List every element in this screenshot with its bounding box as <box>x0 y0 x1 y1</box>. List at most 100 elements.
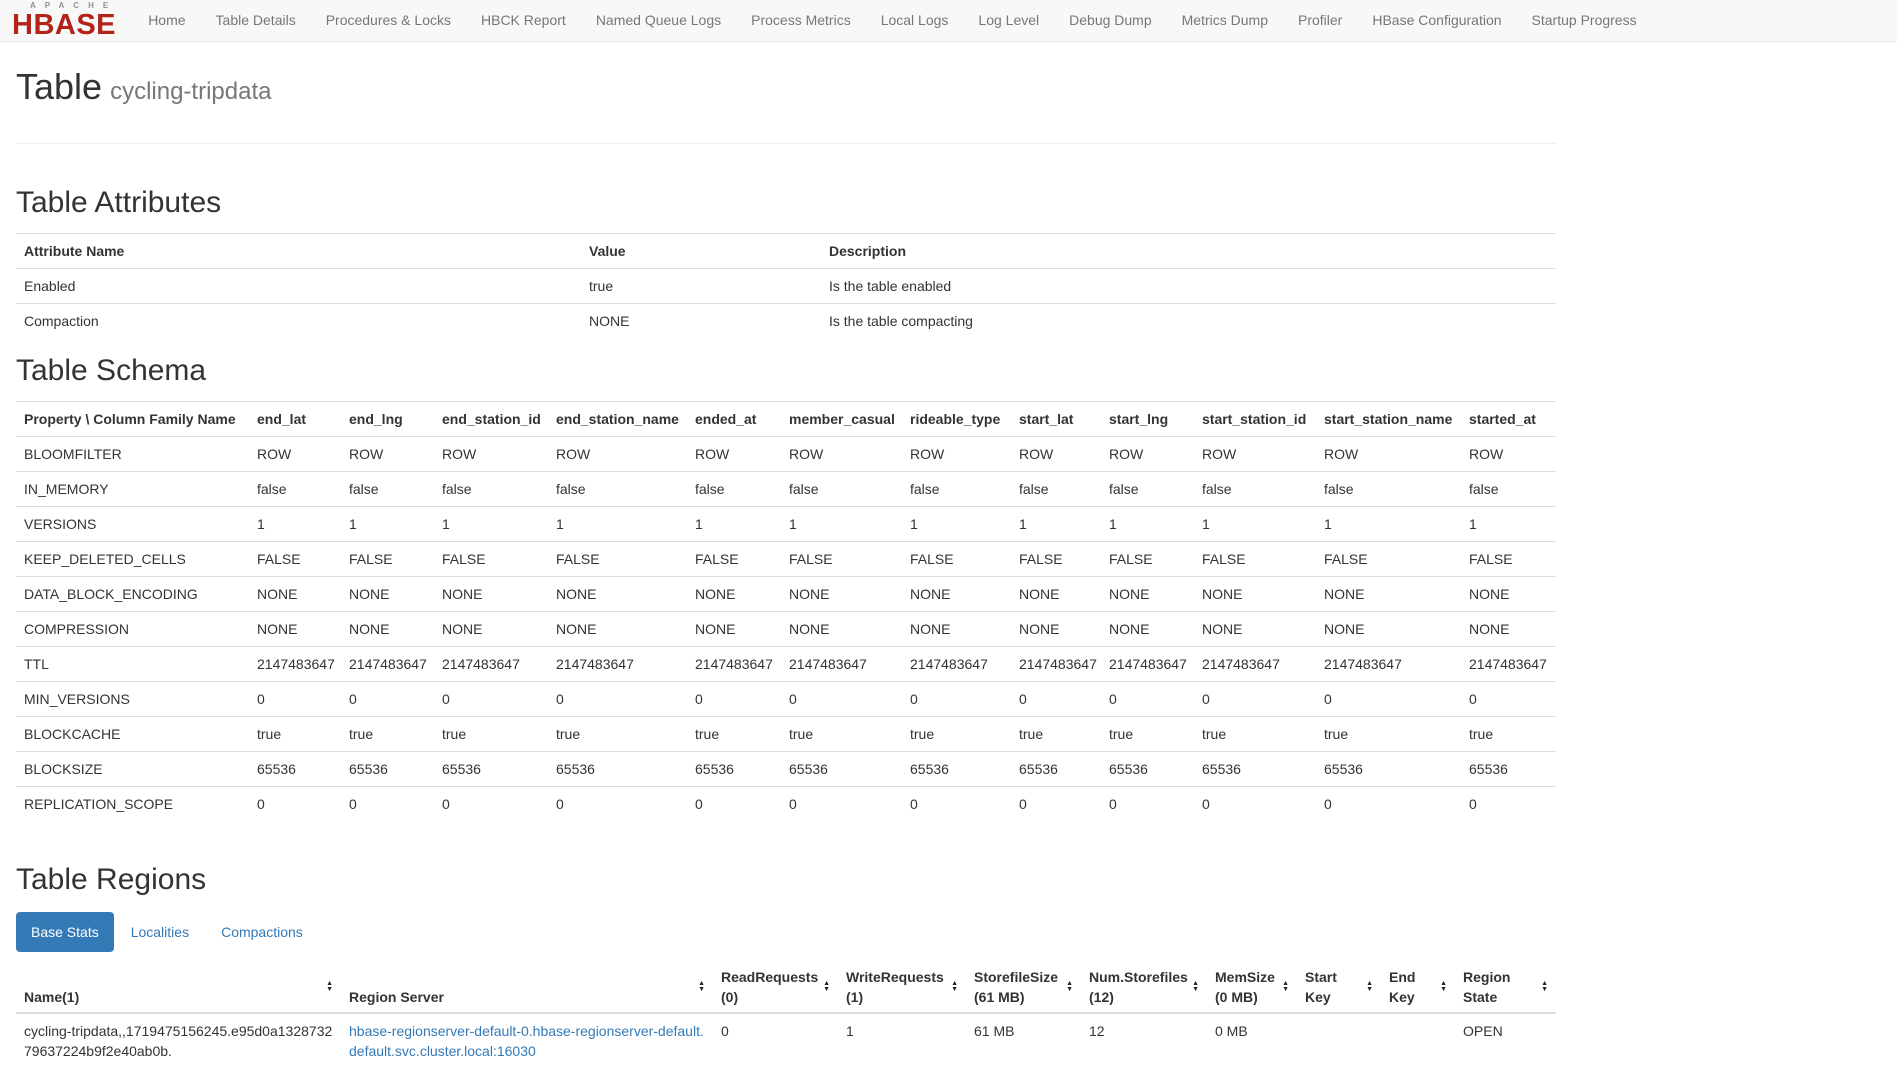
column-header-content: Name(1)▲▼ <box>24 967 333 1007</box>
column-header-content: Num.Storefiles (12)▲▼ <box>1089 967 1199 1007</box>
region-server-link[interactable]: hbase-regionserver-default-0.hbase-regio… <box>349 1023 704 1059</box>
nav-link-home[interactable]: Home <box>133 0 200 42</box>
schema-value-cell: NONE <box>341 611 434 646</box>
attributes-table: Attribute NameValueDescriptionEnabledtru… <box>16 233 1556 338</box>
column-header-content: StorefileSize (61 MB)▲▼ <box>974 967 1073 1007</box>
column-header-content: Region Server▲▼ <box>349 967 705 1007</box>
hbase-logo[interactable]: APACHE HBASE <box>12 2 117 40</box>
column-header-name-1[interactable]: Name(1)▲▼ <box>16 962 341 1013</box>
column-header-start-key[interactable]: Start Key▲▼ <box>1297 962 1381 1013</box>
schema-value-cell: 0 <box>781 681 902 716</box>
schema-value-cell: 2147483647 <box>249 646 341 681</box>
column-header-region-server[interactable]: Region Server▲▼ <box>341 962 713 1013</box>
sort-icon: ▲▼ <box>823 981 830 993</box>
nav-link-debug-dump[interactable]: Debug Dump <box>1054 0 1167 42</box>
nav-link-local-logs[interactable]: Local Logs <box>866 0 964 42</box>
tab-localities[interactable]: Localities <box>116 912 204 952</box>
sort-icon: ▲▼ <box>951 981 958 993</box>
column-header-writerequests-1[interactable]: WriteRequests (1)▲▼ <box>838 962 966 1013</box>
column-header-content: WriteRequests (1)▲▼ <box>846 967 958 1007</box>
schema-value-cell: 1 <box>781 506 902 541</box>
schema-value-cell: NONE <box>249 611 341 646</box>
schema-value-cell: FALSE <box>434 541 548 576</box>
schema-value-cell: 2147483647 <box>687 646 781 681</box>
schema-property-cell: BLOCKCACHE <box>16 716 249 751</box>
nav-item: Procedures & Locks <box>311 0 466 42</box>
schema-value-cell: 0 <box>548 681 687 716</box>
sort-icon: ▲▼ <box>1066 981 1073 993</box>
schema-value-cell: NONE <box>902 611 1011 646</box>
schema-value-cell: 65536 <box>1101 751 1194 786</box>
schema-value-cell: 0 <box>687 786 781 821</box>
column-header-content: End Key▲▼ <box>1389 967 1447 1007</box>
tab-compactions[interactable]: Compactions <box>206 912 318 952</box>
column-header-property: Property \ Column Family Name <box>16 401 249 436</box>
sort-down-arrow: ▼ <box>823 987 830 993</box>
schema-row-replication-scope: REPLICATION_SCOPE000000000000 <box>16 786 1556 821</box>
schema-value-cell: 2147483647 <box>1011 646 1101 681</box>
region-end-key-cell <box>1381 1013 1455 1068</box>
schema-value-cell: NONE <box>687 611 781 646</box>
regions-table: Name(1)▲▼ Region Server▲▼ReadRequests (0)… <box>16 962 1556 1068</box>
main-content: Tablecycling-tripdata Table Attributes A… <box>16 67 1556 1068</box>
column-header-end-station-name: end_station_name <box>548 401 687 436</box>
schema-value-cell: FALSE <box>902 541 1011 576</box>
schema-value-cell: NONE <box>1101 576 1194 611</box>
sort-down-arrow: ▼ <box>1440 987 1447 993</box>
column-header-label: WriteRequests (1) <box>846 967 948 1007</box>
schema-value-cell: true <box>341 716 434 751</box>
region-mem-size-cell: 0 MB <box>1207 1013 1297 1068</box>
schema-value-cell: FALSE <box>1101 541 1194 576</box>
column-header-end-key[interactable]: End Key▲▼ <box>1381 962 1455 1013</box>
column-header-readrequests-0[interactable]: ReadRequests (0)▲▼ <box>713 962 838 1013</box>
schema-value-cell: FALSE <box>249 541 341 576</box>
column-header-storefilesize-61-mb[interactable]: StorefileSize (61 MB)▲▼ <box>966 962 1081 1013</box>
nav-link-startup-progress[interactable]: Startup Progress <box>1517 0 1652 42</box>
schema-value-cell: 1 <box>902 506 1011 541</box>
column-header-region-state[interactable]: Region State▲▼ <box>1455 962 1556 1013</box>
nav-link-log-level[interactable]: Log Level <box>963 0 1054 42</box>
nav-link-metrics-dump[interactable]: Metrics Dump <box>1167 0 1283 42</box>
nav-item: Local Logs <box>866 0 964 42</box>
schema-value-cell: NONE <box>1461 576 1556 611</box>
attribute-cell: Is the table compacting <box>821 303 1556 338</box>
sort-down-arrow: ▼ <box>326 987 333 993</box>
schema-value-cell: 1 <box>1011 506 1101 541</box>
region-region-state-cell: OPEN <box>1455 1013 1556 1068</box>
attribute-cell: Is the table enabled <box>821 268 1556 303</box>
nav-item: Home <box>133 0 200 42</box>
schema-value-cell: false <box>1194 471 1316 506</box>
nav-link-named-queue-logs[interactable]: Named Queue Logs <box>581 0 736 42</box>
region-name-cell: cycling-tripdata,,1719475156245.e95d0a13… <box>16 1013 341 1068</box>
schema-value-cell: true <box>434 716 548 751</box>
tab-base-stats[interactable]: Base Stats <box>16 912 114 952</box>
schema-value-cell: ROW <box>781 436 902 471</box>
column-header-attribute-name: Attribute Name <box>16 233 581 268</box>
schema-value-cell: false <box>902 471 1011 506</box>
region-read-requests-cell: 0 <box>713 1013 838 1068</box>
schema-value-cell: NONE <box>548 611 687 646</box>
column-header-label: End Key <box>1389 967 1437 1007</box>
nav-link-process-metrics[interactable]: Process Metrics <box>736 0 866 42</box>
region-start-key-cell <box>1297 1013 1381 1068</box>
nav-link-procedures-locks[interactable]: Procedures & Locks <box>311 0 466 42</box>
column-header-memsize-0-mb[interactable]: MemSize (0 MB)▲▼ <box>1207 962 1297 1013</box>
attribute-cell: NONE <box>581 303 821 338</box>
schema-value-cell: 0 <box>1011 786 1101 821</box>
nav-link-profiler[interactable]: Profiler <box>1283 0 1357 42</box>
nav-link-table-details[interactable]: Table Details <box>201 0 311 42</box>
column-header-start-station-name: start_station_name <box>1316 401 1461 436</box>
column-header-num-storefiles-12[interactable]: Num.Storefiles (12)▲▼ <box>1081 962 1207 1013</box>
schema-value-cell: 2147483647 <box>1316 646 1461 681</box>
schema-value-cell: 65536 <box>1461 751 1556 786</box>
sort-icon: ▲▼ <box>1541 981 1548 993</box>
attribute-cell: Compaction <box>16 303 581 338</box>
schema-row-compression: COMPRESSIONNONENONENONENONENONENONENONEN… <box>16 611 1556 646</box>
schema-value-cell: false <box>781 471 902 506</box>
schema-value-cell: FALSE <box>341 541 434 576</box>
nav-link-hbck-report[interactable]: HBCK Report <box>466 0 581 42</box>
nav-link-hbase-configuration[interactable]: HBase Configuration <box>1357 0 1516 42</box>
sort-down-arrow: ▼ <box>1192 987 1199 993</box>
column-header-label: Start Key <box>1305 967 1363 1007</box>
schema-value-cell: 65536 <box>249 751 341 786</box>
